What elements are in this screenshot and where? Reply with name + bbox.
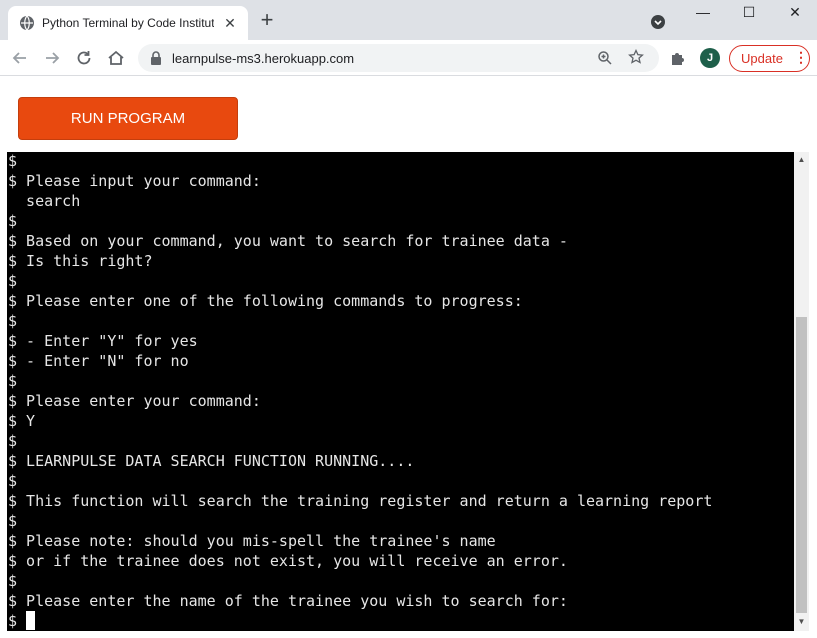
terminal-line: $ Is this right? — [8, 252, 153, 270]
terminal-line: $ — [8, 572, 18, 590]
address-bar[interactable]: learnpulse-ms3.herokuapp.com — [138, 44, 659, 72]
terminal-line: $ — [8, 272, 18, 290]
terminal-line: $ — [8, 512, 18, 530]
terminal-line: $ — [8, 432, 18, 450]
terminal-line: $ — [8, 612, 18, 630]
window-minimize-button[interactable]: — — [683, 4, 723, 24]
avatar[interactable]: J — [700, 48, 720, 68]
terminal-line: $ Please enter one of the following comm… — [8, 292, 523, 310]
globe-icon — [20, 15, 34, 31]
tab-search-icon[interactable] — [650, 14, 666, 30]
update-label: Update — [741, 51, 783, 66]
terminal-line: $ - Enter "Y" for yes — [8, 332, 198, 350]
browser-tab[interactable]: Python Terminal by Code Institute ✕ — [8, 6, 248, 40]
terminal-line: $ - Enter "N" for no — [8, 352, 189, 370]
scroll-down-arrow-icon[interactable]: ▼ — [794, 617, 809, 627]
terminal[interactable]: $ $ Please input your command: search $ $ B… — [7, 152, 794, 631]
home-icon[interactable] — [105, 47, 127, 69]
tab-close-icon[interactable]: ✕ — [222, 15, 238, 31]
url-text[interactable]: learnpulse-ms3.herokuapp.com — [172, 51, 354, 66]
lock-icon[interactable] — [150, 51, 162, 65]
terminal-line: $ — [8, 312, 18, 330]
reload-icon[interactable] — [73, 47, 95, 69]
arrow-right-icon[interactable] — [41, 47, 63, 69]
puzzle-icon[interactable] — [670, 50, 686, 66]
terminal-line: $ — [8, 472, 18, 490]
zoom-icon[interactable] — [597, 50, 613, 66]
terminal-line: $ LEARNPULSE DATA SEARCH FUNCTION RUNNIN… — [8, 452, 415, 470]
browser-toolbar: learnpulse-ms3.herokuapp.com J Update ⋮ — [0, 40, 817, 76]
terminal-cursor — [26, 611, 35, 630]
terminal-line: $ — [8, 152, 18, 170]
terminal-line: $ Y — [8, 412, 36, 430]
terminal-line: search — [8, 192, 81, 210]
tab-strip: Python Terminal by Code Institute ✕ + — … — [0, 0, 817, 40]
scroll-up-arrow-icon[interactable]: ▲ — [794, 155, 809, 165]
menu-dots-icon: ⋮ — [794, 49, 808, 65]
tab-title: Python Terminal by Code Institute — [42, 16, 214, 30]
terminal-line: $ Please enter your command: — [8, 392, 261, 410]
terminal-line: $ Based on your command, you want to sea… — [8, 232, 568, 250]
star-icon[interactable] — [628, 49, 644, 65]
terminal-line: $ Please input your command: — [8, 172, 261, 190]
terminal-line: $ — [8, 212, 18, 230]
terminal-line: $ — [8, 372, 18, 390]
window-close-button[interactable]: ✕ — [775, 4, 815, 24]
scroll-thumb[interactable] — [796, 317, 807, 613]
arrow-left-icon[interactable] — [9, 47, 31, 69]
terminal-line: $ Please note: should you mis-spell the … — [8, 532, 496, 550]
terminal-line: $ This function will search the training… — [8, 492, 713, 510]
terminal-line: $ Please enter the name of the trainee y… — [8, 592, 568, 610]
update-button[interactable]: Update ⋮ — [729, 45, 810, 72]
terminal-scrollbar[interactable]: ▲ ▼ — [794, 152, 809, 631]
new-tab-button[interactable]: + — [256, 9, 278, 32]
terminal-line: $ or if the trainee does not exist, you … — [8, 552, 568, 570]
window-maximize-button[interactable]: ☐ — [729, 4, 769, 24]
run-program-button[interactable]: RUN PROGRAM — [18, 97, 238, 140]
